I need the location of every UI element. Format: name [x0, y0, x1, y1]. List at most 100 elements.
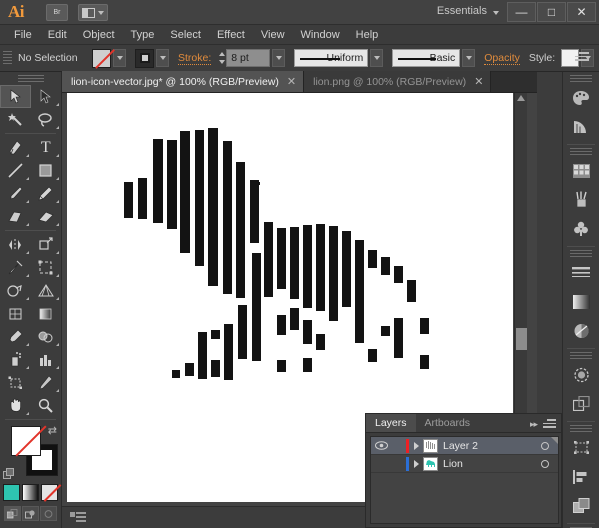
- pen-tool[interactable]: [0, 136, 31, 159]
- stroke-color-swatch[interactable]: [135, 48, 154, 68]
- perspective-grid-tool[interactable]: [31, 279, 62, 302]
- stroke-dropdown[interactable]: [156, 49, 169, 67]
- window-maximize-button[interactable]: □: [537, 2, 566, 22]
- type-tool[interactable]: T: [31, 136, 62, 159]
- fill-color-swatch[interactable]: [92, 48, 111, 68]
- scroll-up-icon[interactable]: [517, 95, 525, 101]
- scale-tool[interactable]: [31, 233, 62, 256]
- workspace-switcher[interactable]: Essentials: [437, 5, 487, 17]
- transform-panel-icon[interactable]: [566, 433, 597, 462]
- blend-tool[interactable]: [31, 325, 62, 348]
- default-fill-stroke-icon[interactable]: [3, 468, 15, 480]
- stroke-label[interactable]: Stroke:: [178, 52, 212, 65]
- menu-item-view[interactable]: View: [253, 27, 293, 43]
- variable-width-profile-select[interactable]: Uniform: [294, 49, 369, 67]
- align-panel-icon[interactable]: [566, 462, 597, 491]
- collapse-panel-icon[interactable]: ▸▸: [530, 419, 538, 430]
- blob-brush-tool[interactable]: [0, 205, 31, 228]
- table-row[interactable]: Layer 2: [371, 437, 558, 455]
- eye-icon[interactable]: [371, 441, 391, 450]
- chevron-down-icon[interactable]: [493, 11, 499, 15]
- draw-normal-button[interactable]: [4, 506, 21, 521]
- slice-tool[interactable]: [31, 371, 62, 394]
- line-segment-tool[interactable]: [0, 159, 31, 182]
- rectangle-tool[interactable]: [31, 159, 62, 182]
- expand-layer-icon[interactable]: [409, 441, 423, 450]
- opacity-label[interactable]: Opacity: [484, 52, 520, 65]
- color-panel-icon[interactable]: [566, 83, 597, 112]
- fill-dropdown[interactable]: [113, 49, 126, 67]
- panel-toggle-icon[interactable]: [70, 512, 86, 524]
- color-guide-panel-icon[interactable]: [566, 112, 597, 141]
- draw-behind-button[interactable]: [22, 506, 39, 521]
- gradient-tool[interactable]: [31, 302, 62, 325]
- expand-layer-icon[interactable]: [409, 459, 423, 468]
- symbols-panel-icon[interactable]: [566, 214, 597, 243]
- transparency-panel-icon[interactable]: [566, 316, 597, 345]
- scrollbar-thumb[interactable]: [516, 328, 527, 350]
- artboard-tool[interactable]: [0, 371, 31, 394]
- column-graph-tool[interactable]: [31, 348, 62, 371]
- lasso-tool[interactable]: [31, 108, 62, 131]
- width-tool[interactable]: [0, 256, 31, 279]
- magic-wand-tool[interactable]: [0, 108, 31, 131]
- document-tab-inactive[interactable]: lion.png @ 100% (RGB/Preview) ✕: [304, 71, 492, 92]
- close-icon[interactable]: ✕: [474, 75, 483, 88]
- swap-fill-stroke-icon[interactable]: ⇄: [48, 424, 57, 437]
- window-minimize-button[interactable]: —: [507, 2, 536, 22]
- pathfinder-panel-icon[interactable]: [566, 491, 597, 520]
- hand-tool[interactable]: [0, 394, 31, 417]
- menu-item-file[interactable]: File: [6, 27, 40, 43]
- swatches-panel-icon[interactable]: [566, 156, 597, 185]
- menu-item-help[interactable]: Help: [348, 27, 387, 43]
- paintbrush-tool[interactable]: [0, 182, 31, 205]
- brush-definition-select[interactable]: Basic: [392, 49, 461, 67]
- layer-name[interactable]: Lion: [443, 458, 532, 470]
- dock-grip[interactable]: [570, 352, 592, 359]
- draw-inside-button[interactable]: [40, 506, 57, 521]
- zoom-tool[interactable]: [31, 394, 62, 417]
- menu-item-type[interactable]: Type: [123, 27, 163, 43]
- arrange-documents-button[interactable]: [78, 4, 108, 21]
- stroke-weight-dropdown[interactable]: [272, 49, 286, 67]
- graphic-styles-panel-icon[interactable]: [566, 389, 597, 418]
- menu-item-select[interactable]: Select: [162, 27, 209, 43]
- selection-tool[interactable]: [0, 85, 31, 108]
- tools-panel-grip[interactable]: [17, 75, 44, 83]
- pencil-tool[interactable]: [31, 182, 62, 205]
- window-close-button[interactable]: ✕: [567, 2, 596, 22]
- dock-grip[interactable]: [570, 148, 592, 155]
- profile-dropdown[interactable]: [370, 49, 384, 67]
- stroke-weight-stepper[interactable]: [217, 50, 226, 67]
- control-bar-grip[interactable]: [3, 51, 12, 65]
- dock-grip[interactable]: [570, 75, 592, 82]
- dock-grip[interactable]: [570, 425, 592, 432]
- appearance-panel-icon[interactable]: [566, 360, 597, 389]
- dock-grip[interactable]: [570, 250, 592, 257]
- bridge-button[interactable]: Br: [46, 4, 68, 21]
- mesh-tool[interactable]: [0, 302, 31, 325]
- rotate-tool[interactable]: [0, 233, 31, 256]
- color-button[interactable]: [3, 484, 20, 501]
- tab-artboards[interactable]: Artboards: [416, 414, 480, 432]
- layers-panel-menu-icon[interactable]: [543, 419, 556, 429]
- fill-swatch-large[interactable]: [11, 426, 41, 456]
- close-icon[interactable]: ✕: [287, 75, 296, 88]
- menu-item-edit[interactable]: Edit: [40, 27, 75, 43]
- direct-selection-tool[interactable]: [31, 85, 62, 108]
- eraser-tool[interactable]: [31, 205, 62, 228]
- control-panel-menu-icon[interactable]: [575, 52, 589, 64]
- menu-item-window[interactable]: Window: [293, 27, 348, 43]
- document-tab-active[interactable]: lion-icon-vector.jpg* @ 100% (RGB/Previe…: [62, 71, 305, 92]
- symbol-sprayer-tool[interactable]: [0, 348, 31, 371]
- menu-item-effect[interactable]: Effect: [209, 27, 253, 43]
- shape-builder-tool[interactable]: [0, 279, 31, 302]
- gradient-panel-icon[interactable]: [566, 287, 597, 316]
- brushes-panel-icon[interactable]: [566, 185, 597, 214]
- stroke-weight-input[interactable]: 8 pt: [226, 49, 271, 67]
- layer-target-indicator[interactable]: [532, 459, 558, 468]
- free-transform-tool[interactable]: [31, 256, 62, 279]
- menu-item-object[interactable]: Object: [75, 27, 123, 43]
- tab-layers[interactable]: Layers: [366, 414, 416, 432]
- gradient-button[interactable]: [22, 484, 39, 501]
